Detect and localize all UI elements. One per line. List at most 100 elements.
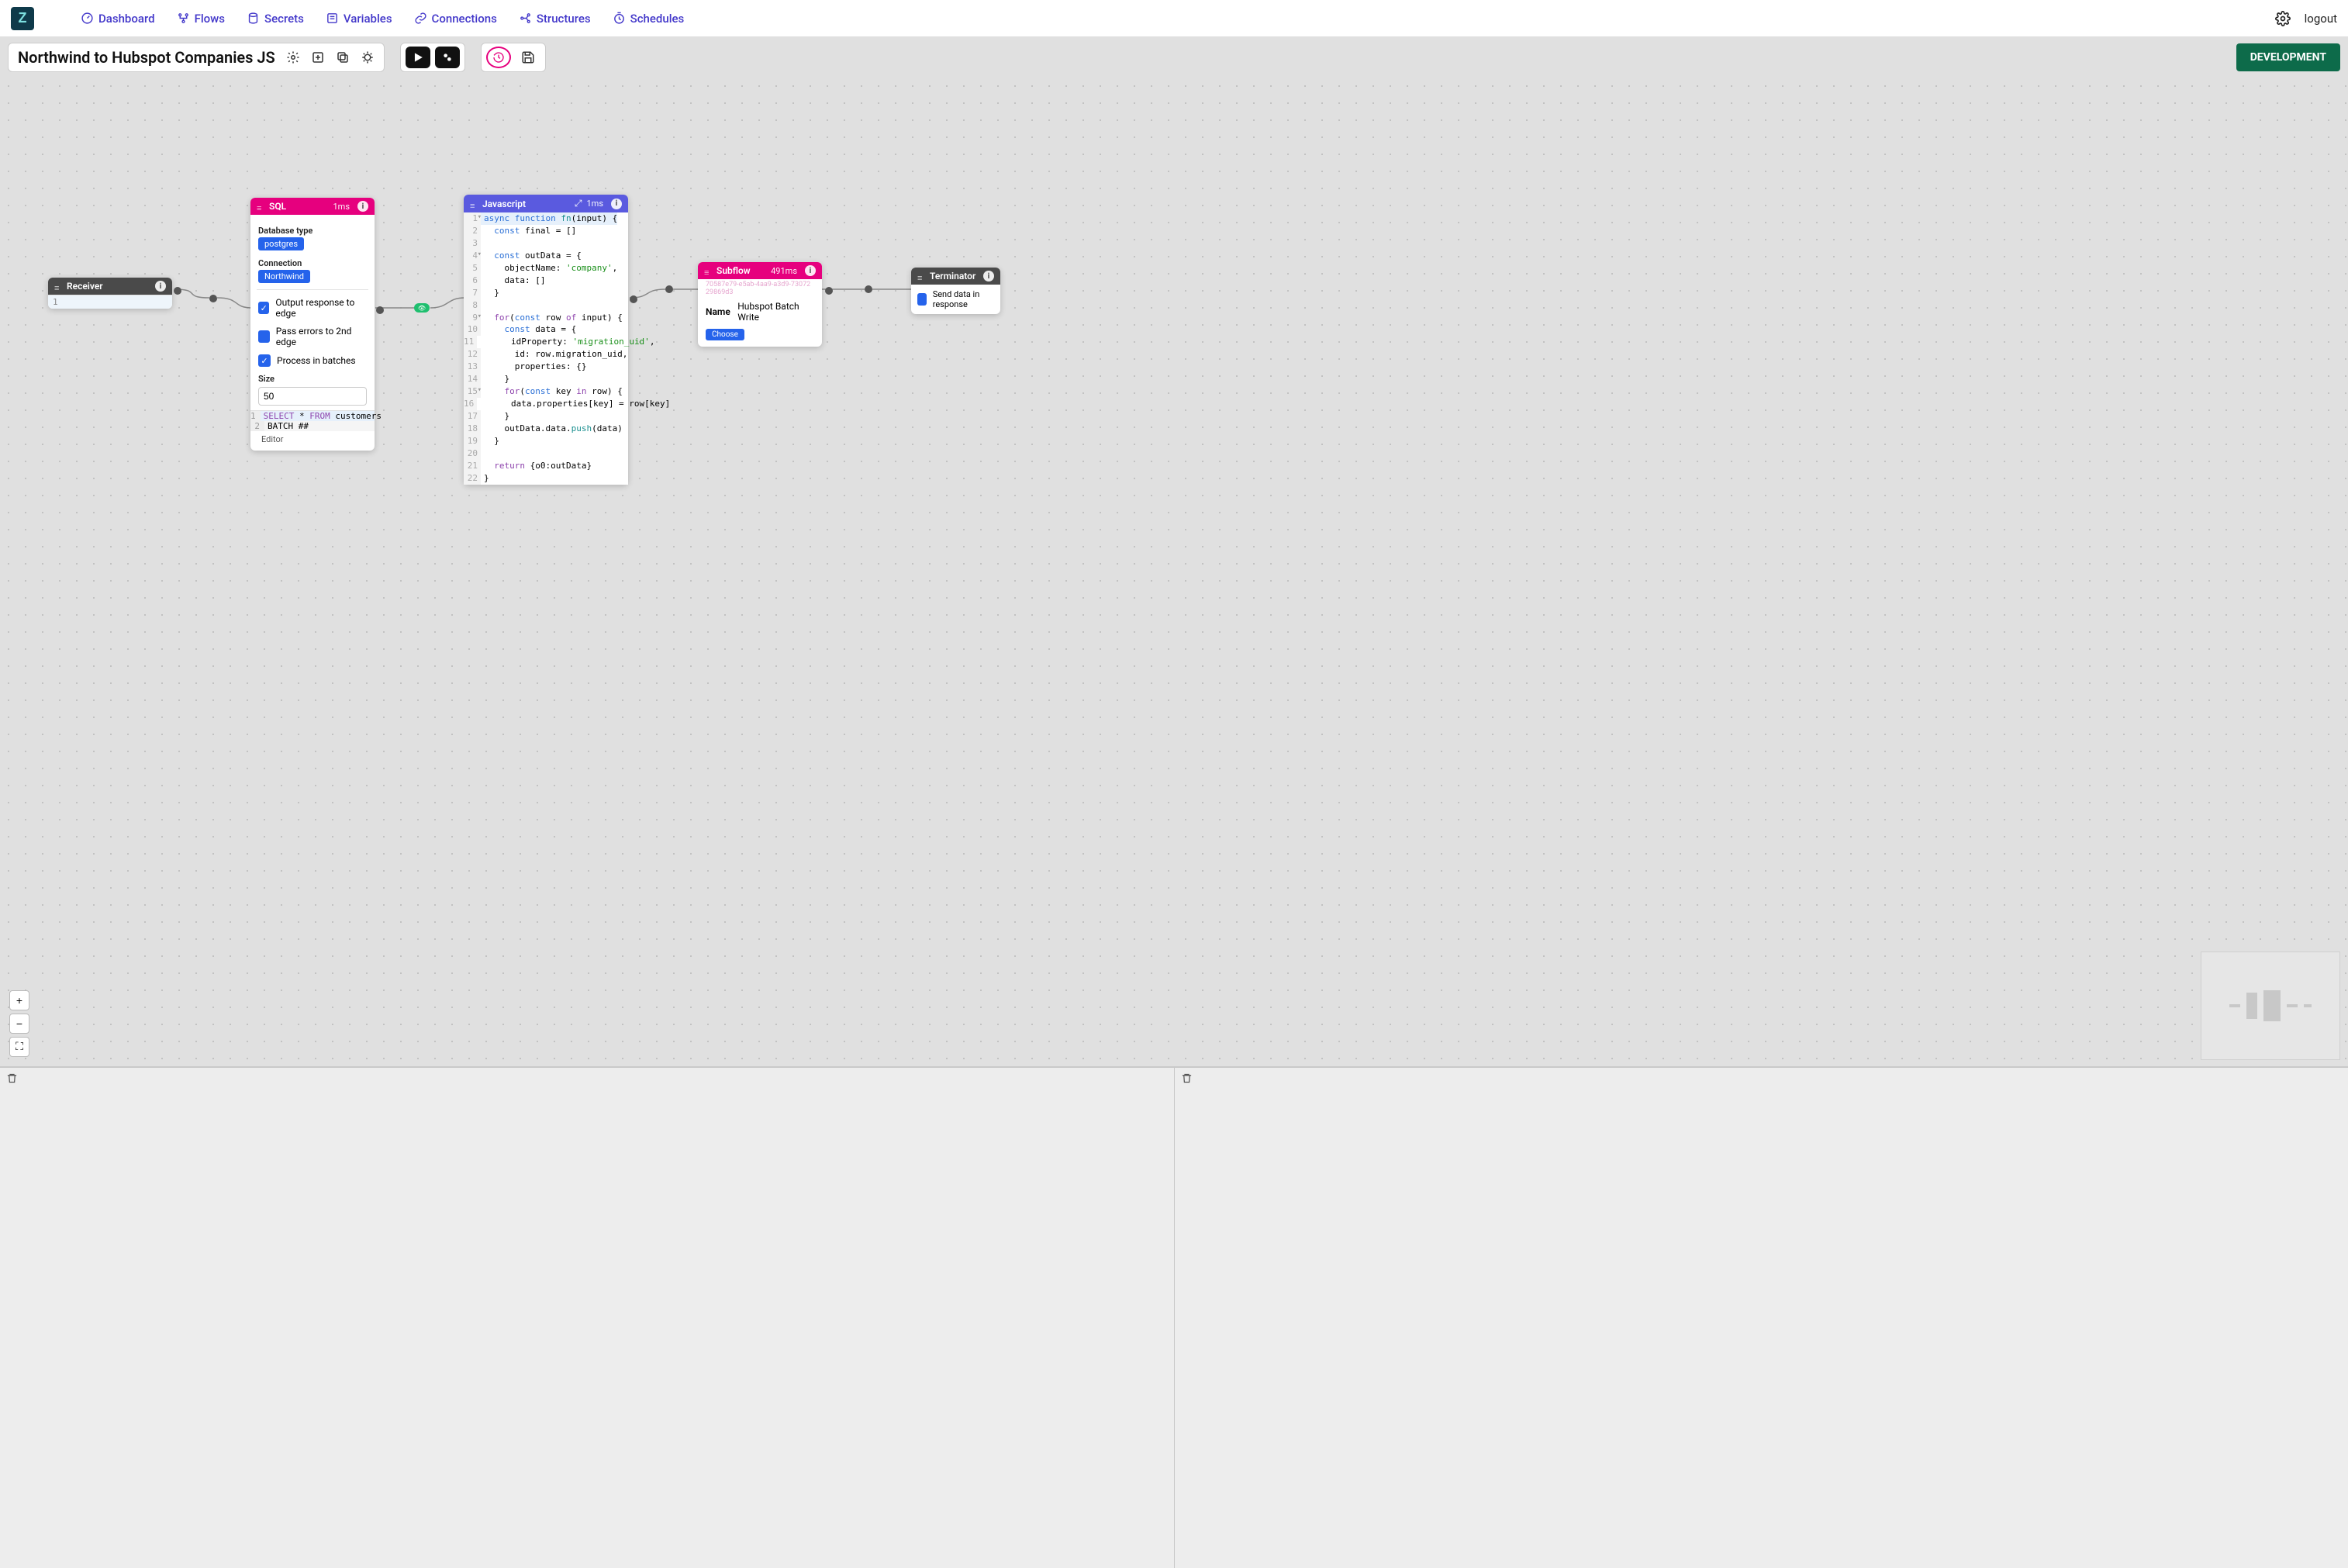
node-js-title: Javascript bbox=[482, 199, 565, 209]
node-js-header[interactable]: Javascript ⤢ 1ms i bbox=[464, 195, 628, 212]
chk-output-row: Output response to edge bbox=[258, 297, 367, 319]
subflow-name-value: Hubspot Batch Write bbox=[737, 301, 814, 323]
node-terminator-header[interactable]: Terminator i bbox=[911, 268, 1000, 285]
js-code-editor[interactable]: 1▾async function fn(input) { 2 const fin… bbox=[464, 212, 628, 485]
chk-errors[interactable] bbox=[258, 330, 270, 343]
output-port[interactable] bbox=[174, 287, 181, 295]
drag-handle-icon[interactable] bbox=[470, 200, 478, 208]
nav-secrets[interactable]: Secrets bbox=[247, 12, 304, 26]
node-sql-body: Database type postgres Connection Northw… bbox=[250, 215, 375, 451]
drag-handle-icon[interactable] bbox=[257, 202, 264, 210]
zoom-fit-button[interactable]: ⛶ bbox=[9, 1037, 29, 1057]
copy-icon[interactable] bbox=[336, 50, 350, 64]
info-icon[interactable]: i bbox=[155, 281, 166, 292]
drag-handle-icon[interactable] bbox=[917, 272, 925, 280]
footsteps-icon bbox=[442, 52, 453, 63]
save-button[interactable] bbox=[516, 47, 540, 68]
connection-label: Connection bbox=[258, 258, 367, 268]
save-icon bbox=[521, 50, 535, 64]
node-subflow-header[interactable]: Subflow 491ms i bbox=[698, 262, 822, 279]
info-icon[interactable]: i bbox=[983, 271, 994, 281]
schedules-icon bbox=[613, 12, 626, 25]
zoom-controls: + − ⛶ bbox=[9, 990, 29, 1057]
node-sql[interactable]: SQL 1ms i Database type postgres Connect… bbox=[250, 198, 375, 451]
divider bbox=[257, 289, 368, 290]
zoom-in-button[interactable]: + bbox=[9, 990, 29, 1010]
edge-port[interactable] bbox=[209, 295, 217, 302]
play-button[interactable] bbox=[406, 47, 430, 68]
minimap-node bbox=[2229, 1004, 2240, 1007]
subflow-name-row: Name Hubspot Batch Write bbox=[698, 298, 822, 326]
environment-button[interactable]: DEVELOPMENT bbox=[2236, 43, 2340, 71]
node-sql-header[interactable]: SQL 1ms i bbox=[250, 198, 375, 215]
output-port[interactable] bbox=[630, 295, 637, 303]
canvas-wrap: Receiver i 1 SQL 1ms i Database type pos… bbox=[0, 78, 2348, 1066]
flows-icon bbox=[177, 12, 190, 25]
chk-send-label: Send data in response bbox=[933, 289, 994, 309]
bottom-panel-right[interactable] bbox=[1175, 1068, 2348, 1568]
node-sql-time: 1ms bbox=[333, 202, 350, 212]
edge-port[interactable] bbox=[665, 285, 673, 293]
nav-structures[interactable]: Structures bbox=[519, 12, 591, 26]
bottom-panels bbox=[0, 1066, 2348, 1568]
node-receiver[interactable]: Receiver i 1 bbox=[48, 278, 172, 309]
output-port[interactable] bbox=[376, 306, 384, 314]
info-icon[interactable]: i bbox=[805, 265, 816, 276]
zoom-out-button[interactable]: − bbox=[9, 1014, 29, 1034]
gauge-icon bbox=[81, 12, 94, 25]
nav-secrets-label: Secrets bbox=[264, 12, 304, 26]
settings-button[interactable] bbox=[2275, 11, 2291, 26]
expand-icon[interactable]: ⤢ bbox=[575, 198, 582, 209]
add-node-icon[interactable] bbox=[311, 50, 325, 64]
gear-icon[interactable] bbox=[286, 50, 300, 64]
choose-button[interactable]: Choose bbox=[706, 329, 744, 340]
logout-link[interactable]: logout bbox=[2305, 12, 2337, 26]
minimap-node bbox=[2246, 993, 2257, 1019]
output-port[interactable] bbox=[825, 287, 833, 295]
db-type-label: Database type bbox=[258, 226, 367, 236]
size-input[interactable] bbox=[258, 387, 367, 406]
secrets-icon bbox=[247, 12, 260, 25]
nav-dashboard[interactable]: Dashboard bbox=[81, 12, 155, 26]
editor-link[interactable]: Editor bbox=[258, 431, 367, 444]
chk-errors-row: Pass errors to 2nd edge bbox=[258, 326, 367, 347]
chk-batches[interactable] bbox=[258, 354, 271, 367]
info-icon[interactable]: i bbox=[611, 199, 622, 209]
chk-send[interactable] bbox=[917, 293, 927, 306]
bug-icon[interactable] bbox=[361, 50, 375, 64]
node-javascript[interactable]: Javascript ⤢ 1ms i 1▾async function fn(i… bbox=[464, 195, 628, 485]
node-terminator-title: Terminator bbox=[930, 271, 979, 281]
nav-variables[interactable]: Variables bbox=[326, 12, 392, 26]
node-terminator[interactable]: Terminator i Send data in response bbox=[911, 268, 1000, 314]
flow-canvas[interactable]: Receiver i 1 SQL 1ms i Database type pos… bbox=[0, 78, 2348, 1066]
flow-toolbar: Northwind to Hubspot Companies JS DEVELO… bbox=[0, 37, 2348, 78]
step-button[interactable] bbox=[435, 47, 460, 68]
node-receiver-header[interactable]: Receiver i bbox=[48, 278, 172, 295]
nav-flows[interactable]: Flows bbox=[177, 12, 225, 26]
history-icon bbox=[492, 51, 505, 64]
edge-port[interactable] bbox=[865, 285, 872, 293]
nav-connections[interactable]: Connections bbox=[414, 12, 497, 26]
nav-dashboard-label: Dashboard bbox=[98, 12, 155, 26]
history-button[interactable] bbox=[486, 47, 511, 68]
minimap[interactable] bbox=[2201, 952, 2340, 1060]
chk-batches-label: Process in batches bbox=[277, 355, 356, 366]
chk-output[interactable] bbox=[258, 302, 269, 314]
db-type-value[interactable]: postgres bbox=[258, 237, 304, 250]
minimap-node bbox=[2263, 990, 2281, 1021]
node-subflow[interactable]: Subflow 491ms i 70587e79-e5ab-4aa9-a3d9-… bbox=[698, 262, 822, 347]
clear-panel-button[interactable] bbox=[1181, 1072, 1193, 1087]
edge-inspect-button[interactable] bbox=[414, 303, 430, 313]
drag-handle-icon[interactable] bbox=[54, 282, 62, 290]
chk-errors-label: Pass errors to 2nd edge bbox=[276, 326, 367, 347]
app-logo[interactable] bbox=[11, 7, 34, 30]
connection-value[interactable]: Northwind bbox=[258, 270, 310, 283]
drag-handle-icon[interactable] bbox=[704, 267, 712, 275]
nav-schedules[interactable]: Schedules bbox=[613, 12, 685, 26]
nav-flows-label: Flows bbox=[195, 12, 225, 26]
info-icon[interactable]: i bbox=[357, 201, 368, 212]
bottom-panel-left[interactable] bbox=[0, 1068, 1175, 1568]
clear-panel-button[interactable] bbox=[6, 1072, 18, 1087]
sql-code[interactable]: 1SELECT * FROM customers 2BATCH ## bbox=[250, 410, 375, 431]
connections-icon bbox=[414, 12, 427, 25]
